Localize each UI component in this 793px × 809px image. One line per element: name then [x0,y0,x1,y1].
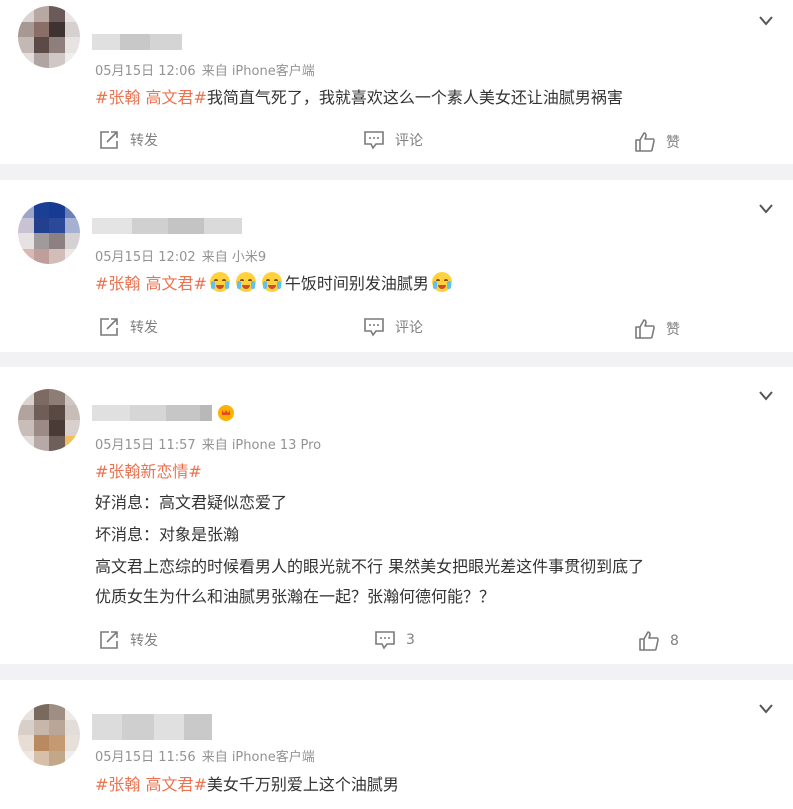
comment-icon [364,318,384,337]
comment-count: 评论 [395,133,423,149]
comment-button[interactable]: 3 [374,630,415,650]
post-1: 05月15日 12:06 来自 iPhone客户端 #张翰 高文君#我简直气死了，… [0,0,793,164]
post-line-1: 好消息：高文君疑似恋爱了 [95,493,288,512]
repost-icon [100,631,118,649]
username-blurred[interactable] [92,34,182,50]
comment-button[interactable]: 评论 [363,130,423,150]
thumbs-up-icon [635,132,655,152]
post-meta: 05月15日 12:02 来自 小米9 [95,246,266,265]
crying-laughing-emoji [261,272,282,292]
comment-button[interactable]: 评论 [363,317,423,337]
post-content: 午饭时间别发油腻男 [284,274,429,293]
topic-tag[interactable]: #张翰 高文君# [95,88,207,107]
avatar[interactable] [18,6,80,68]
like-button[interactable]: 8 [638,630,679,652]
comment-icon [375,631,395,650]
crying-laughing-emoji [235,272,256,292]
thumbs-up-icon [635,319,655,339]
repost-label: 转发 [130,320,158,336]
topic-tag[interactable]: #张翰 高文君# [95,274,207,293]
repost-label: 转发 [130,133,158,149]
repost-button[interactable]: 转发 [98,130,158,150]
username-blurred[interactable] [92,218,242,234]
like-count: 赞 [666,135,680,151]
post-line-3: 高文君上恋综的时候看男人的眼光就不行 果然美女把眼光差这件事贯彻到底了 [95,557,645,576]
username-blurred[interactable] [92,714,212,740]
post-source: 来自 iPhone 13 Pro [201,438,322,453]
post-line-4: 优质女生为什么和油腻男张瀚在一起？张瀚何德何能？？ [95,587,496,606]
post-source: 来自 iPhone客户端 [201,64,315,79]
post-3: 05月15日 11:57 来自 iPhone 13 Pro #张翰新恋情# 好消息… [0,367,793,664]
thumbs-up-icon [639,631,659,651]
post-source: 来自 iPhone客户端 [201,750,315,765]
post-meta: 05月15日 11:56 来自 iPhone客户端 [95,746,315,765]
post-2: 05月15日 12:02 来自 小米9 #张翰 高文君# 午饭时间别发油腻男 转发 … [0,180,793,352]
post-text: #张翰 高文君# 午饭时间别发油腻男 [95,270,455,294]
like-button[interactable]: 赞 [634,318,680,340]
post-meta: 05月15日 12:06 来自 iPhone客户端 [95,60,315,79]
repost-button[interactable]: 转发 [98,630,158,650]
chevron-down-icon[interactable] [759,391,773,401]
post-time[interactable]: 05月15日 12:06 [95,64,196,79]
post-source: 来自 小米9 [201,250,267,265]
post-time[interactable]: 05月15日 11:56 [95,750,196,765]
vip-crown-icon [218,405,234,421]
like-button[interactable]: 赞 [634,131,680,153]
post-4: 05月15日 11:56 来自 iPhone客户端 #张翰 高文君#美女千万别爱上… [0,680,793,809]
avatar[interactable] [18,202,80,264]
repost-icon [100,318,118,336]
chevron-down-icon[interactable] [759,16,773,26]
like-count: 赞 [666,322,680,338]
chevron-down-icon[interactable] [759,204,773,214]
post-text: #张翰 高文君#美女千万别爱上这个油腻男 [95,771,399,795]
post-time[interactable]: 05月15日 12:02 [95,250,196,265]
username-blurred[interactable] [92,405,234,421]
post-line-2: 坏消息：对象是张瀚 [95,525,240,544]
post-content: 美女千万别爱上这个油腻男 [206,775,399,794]
post-meta: 05月15日 11:57 来自 iPhone 13 Pro [95,434,321,453]
comment-count: 3 [406,632,415,648]
chevron-down-icon[interactable] [759,704,773,714]
post-content: 我简直气死了，我就喜欢这么一个素人美女还让油腻男祸害 [206,88,623,107]
avatar[interactable] [18,704,80,766]
like-count: 8 [670,633,679,649]
post-time[interactable]: 05月15日 11:57 [95,438,196,453]
repost-button[interactable]: 转发 [98,317,158,337]
avatar[interactable] [18,389,80,451]
topic-tag[interactable]: #张翰新恋情# [95,462,202,481]
post-text: #张翰 高文君#我简直气死了，我就喜欢这么一个素人美女还让油腻男祸害 [95,84,623,108]
repost-icon [100,131,118,149]
comment-icon [364,131,384,150]
topic-tag[interactable]: #张翰 高文君# [95,775,207,794]
crying-laughing-emoji [431,272,452,292]
repost-label: 转发 [130,633,158,649]
crying-laughing-emoji [209,272,230,292]
post-tag-line: #张翰新恋情# [95,458,202,482]
comment-count: 评论 [395,320,423,336]
